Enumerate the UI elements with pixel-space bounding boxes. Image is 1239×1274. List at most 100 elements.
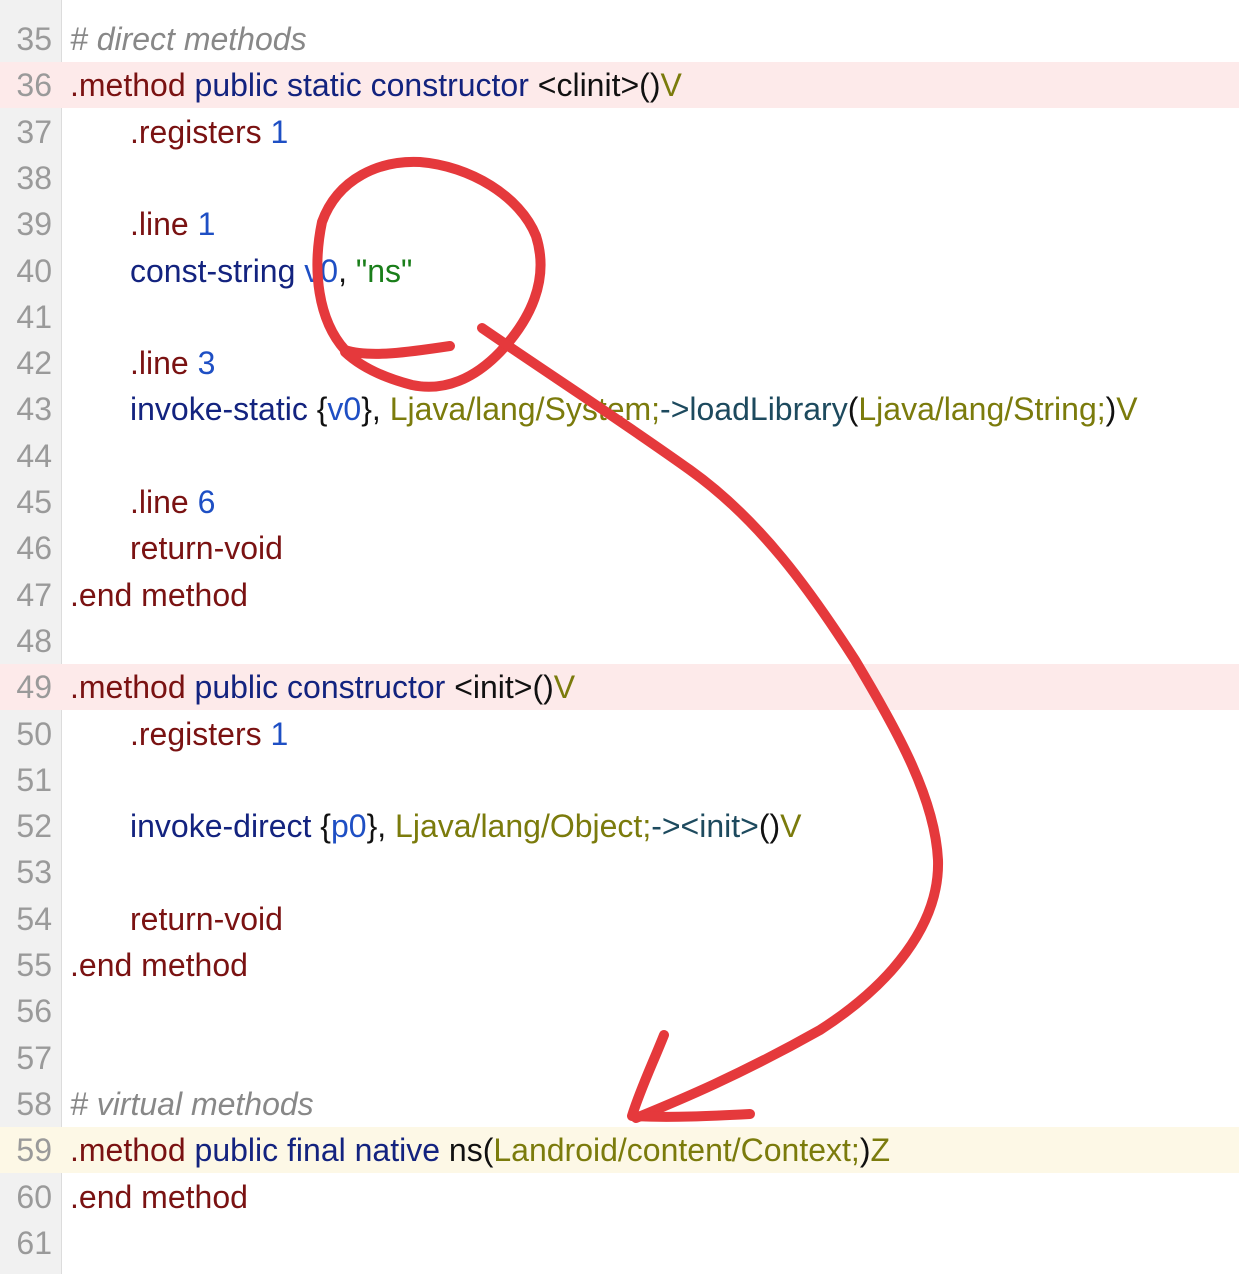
line-number: 61 [16, 1224, 52, 1261]
code-token: constructor [370, 67, 529, 104]
code-line[interactable]: 39 .line 1 [0, 201, 1239, 247]
line-number: 47 [16, 576, 52, 613]
code-token: # direct methods [70, 21, 307, 57]
code-text[interactable]: .line 1 [130, 201, 215, 247]
line-number: 38 [16, 159, 52, 196]
code-text[interactable]: .method public constructor <init>()V [70, 664, 575, 710]
code-token: .line [130, 484, 189, 520]
code-token: constructor [287, 669, 446, 706]
code-line[interactable]: 46 return-void [0, 525, 1239, 571]
code-token: final [287, 1132, 346, 1169]
code-token: native [354, 1132, 440, 1169]
code-text[interactable]: invoke-static {v0}, Ljava/lang/System;->… [130, 386, 1138, 432]
code-text[interactable]: .registers 1 [130, 711, 288, 757]
code-text[interactable]: .line 3 [130, 340, 215, 386]
code-text[interactable]: return-void [130, 896, 283, 942]
code-line[interactable]: 48 [0, 618, 1239, 664]
code-token: public [194, 67, 279, 104]
code-token: v0 [327, 391, 362, 428]
code-line[interactable]: 49 .method public constructor <init>()V [0, 664, 1239, 711]
code-text[interactable]: const-string v0, "ns" [130, 248, 412, 294]
code-line[interactable]: 57 [0, 1035, 1239, 1081]
code-token: V [780, 808, 802, 845]
code-token: .registers [130, 113, 262, 150]
code-text[interactable]: # direct methods [70, 16, 307, 62]
code-token: 1 [270, 715, 289, 752]
line-number: 55 [16, 947, 52, 983]
code-line[interactable]: 38 [0, 155, 1239, 201]
code-line[interactable]: 60 .end method [0, 1174, 1239, 1220]
code-text[interactable]: .line 6 [130, 479, 215, 525]
code-text[interactable]: return-void [130, 525, 283, 571]
code-token: }, [361, 391, 390, 428]
code-editor[interactable]: 35 # direct methods 36 .method public stati… [0, 0, 1239, 1274]
code-token: -><init> [651, 808, 759, 845]
line-number: 57 [16, 1039, 52, 1076]
code-line[interactable]: 56 [0, 988, 1239, 1034]
code-line[interactable]: 54 return-void [0, 896, 1239, 942]
code-token: 1 [270, 113, 289, 150]
code-token: <init>() [445, 669, 554, 706]
code-token: p0 [330, 808, 367, 845]
code-line[interactable]: 51 [0, 757, 1239, 803]
code-line[interactable]: 53 [0, 849, 1239, 895]
code-line[interactable]: 35 # direct methods [0, 16, 1239, 62]
code-token: V [553, 669, 576, 706]
code-text[interactable]: invoke-direct {p0}, Ljava/lang/Object;->… [130, 803, 801, 849]
line-number: 51 [16, 761, 52, 798]
code-token: 6 [197, 484, 216, 520]
line-number: 58 [16, 1085, 52, 1122]
line-number: 44 [16, 437, 52, 474]
code-token: { [311, 808, 331, 845]
code-token: V [660, 67, 682, 104]
code-token: () [758, 808, 781, 845]
code-text[interactable]: .end method [70, 942, 248, 988]
code-line[interactable]: 40 const-string v0, "ns" [0, 248, 1239, 294]
code-token: .end method [70, 576, 248, 613]
code-token: static [287, 67, 362, 104]
code-line[interactable]: 59 .method public final native ns(Landroi… [0, 1127, 1239, 1174]
line-number: 54 [16, 900, 52, 937]
code-line[interactable]: 37 .registers 1 [0, 109, 1239, 155]
code-line[interactable]: 52 invoke-direct {p0}, Ljava/lang/Object;… [0, 803, 1239, 849]
code-token: ->loadLibrary [660, 391, 848, 428]
code-token: <clinit>() [528, 67, 661, 104]
code-token: .line [130, 206, 189, 243]
code-text[interactable]: .method public static constructor <clini… [70, 62, 682, 108]
code-token: "ns" [355, 252, 413, 289]
line-number: 36 [16, 67, 52, 104]
code-line[interactable]: 50 .registers 1 [0, 711, 1239, 757]
code-token: invoke-static [130, 391, 308, 428]
code-text[interactable]: # virtual methods [70, 1081, 314, 1127]
code-text[interactable]: .method public final native ns(Landroid/… [70, 1127, 890, 1173]
line-number: 59 [16, 1132, 52, 1169]
code-line[interactable]: 45 .line 6 [0, 479, 1239, 525]
code-line[interactable]: 55 .end method [0, 942, 1239, 988]
code-line[interactable]: 36 .method public static constructor <cli… [0, 62, 1239, 109]
code-line[interactable]: 47 .end method [0, 572, 1239, 618]
code-token: invoke-direct [130, 808, 312, 845]
code-line[interactable]: 58 # virtual methods [0, 1081, 1239, 1127]
code-line[interactable]: 41 [0, 294, 1239, 340]
code-token: return-void [130, 900, 283, 937]
code-token: ) [1105, 391, 1117, 428]
code-line[interactable]: 42 .line 3 [0, 340, 1239, 386]
code-text[interactable]: .registers 1 [130, 109, 288, 155]
code-line[interactable]: 61 [0, 1220, 1239, 1266]
code-line[interactable]: 43 invoke-static {v0}, Ljava/lang/System;… [0, 386, 1239, 432]
line-number: 42 [16, 345, 52, 382]
code-token: v0 [304, 252, 339, 289]
line-number: 60 [16, 1178, 52, 1215]
line-number: 37 [16, 113, 52, 150]
code-text[interactable]: .end method [70, 1174, 248, 1220]
code-line[interactable]: 44 [0, 433, 1239, 479]
code-text[interactable]: .end method [70, 572, 248, 618]
code-token: .line [130, 345, 189, 382]
line-number: 53 [16, 854, 52, 891]
code-token: .end method [70, 947, 248, 983]
